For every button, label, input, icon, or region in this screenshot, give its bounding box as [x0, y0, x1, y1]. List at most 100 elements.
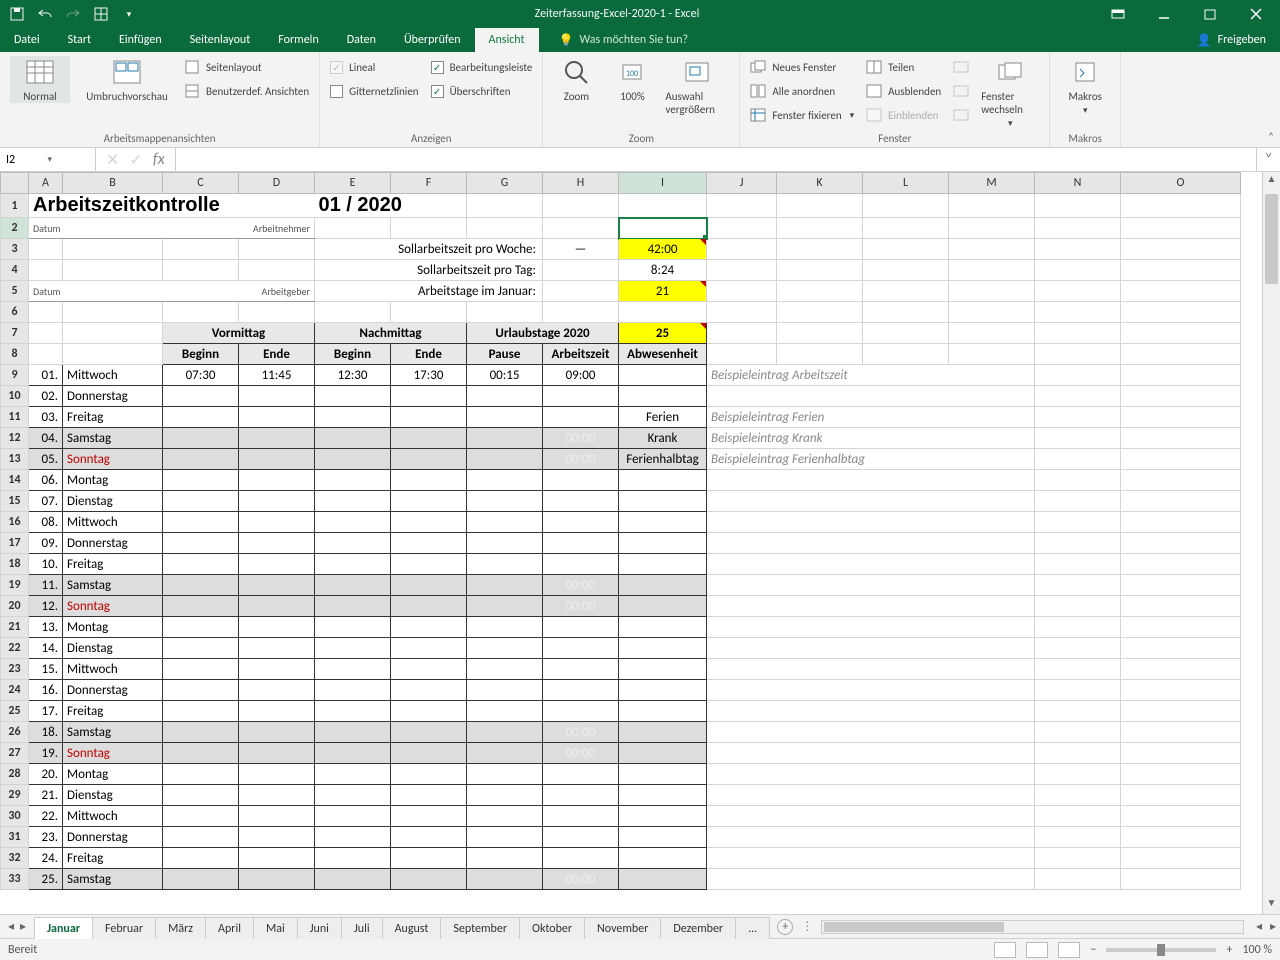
tab-formeln[interactable]: Formeln: [264, 28, 332, 52]
sheet-tab-dezember[interactable]: Dezember: [660, 917, 736, 939]
row-header[interactable]: 18: [1, 554, 29, 575]
row-header[interactable]: 12: [1, 428, 29, 449]
tell-me[interactable]: Was möchten Sie tun?: [579, 33, 688, 47]
tab-seitenlayout[interactable]: Seitenlayout: [176, 28, 265, 52]
scroll-thumb[interactable]: [1265, 194, 1278, 284]
scroll-up-icon[interactable]: ▲: [1263, 172, 1280, 190]
row-header[interactable]: 4: [1, 260, 29, 281]
row-header[interactable]: 1: [1, 194, 29, 218]
col-header[interactable]: C: [163, 173, 239, 194]
row-header[interactable]: 31: [1, 827, 29, 848]
tab-einfügen[interactable]: Einfügen: [105, 28, 176, 52]
row-header[interactable]: 23: [1, 659, 29, 680]
maximize-icon[interactable]: [1188, 0, 1232, 28]
tab-ansicht[interactable]: Ansicht: [475, 28, 539, 52]
col-header[interactable]: D: [239, 173, 315, 194]
minimize-icon[interactable]: [1142, 0, 1186, 28]
row-header[interactable]: 17: [1, 533, 29, 554]
tab-datei[interactable]: Datei: [0, 28, 54, 52]
macros-button[interactable]: Makros▾: [1060, 56, 1110, 116]
col-header[interactable]: I: [619, 173, 707, 194]
sync-scroll-button[interactable]: [953, 56, 969, 78]
sheet-tab-februar[interactable]: Februar: [92, 917, 156, 939]
sheet-tab-januar[interactable]: Januar: [34, 917, 93, 939]
col-header[interactable]: E: [315, 173, 391, 194]
new-sheet-icon[interactable]: +: [777, 919, 793, 935]
col-header[interactable]: K: [777, 173, 863, 194]
ribbon-options-icon[interactable]: [1096, 0, 1140, 28]
row-header[interactable]: 27: [1, 743, 29, 764]
sheet-tab-märz[interactable]: März: [155, 917, 206, 939]
undo-icon[interactable]: [36, 5, 54, 23]
tab-first-icon[interactable]: ◂: [8, 919, 14, 934]
formula-input[interactable]: [176, 148, 1256, 171]
switch-windows-button[interactable]: Fenster wechseln▾: [981, 56, 1039, 129]
row-header[interactable]: 28: [1, 764, 29, 785]
headings-checkbox[interactable]: ✓Überschriften: [431, 80, 533, 102]
tab-next-icon[interactable]: ▸: [20, 919, 26, 934]
tab-start[interactable]: Start: [54, 28, 105, 52]
horizontal-scrollbar[interactable]: [821, 920, 1244, 934]
row-header[interactable]: 8: [1, 344, 29, 365]
row-header[interactable]: 7: [1, 323, 29, 344]
row-header[interactable]: 26: [1, 722, 29, 743]
enter-icon[interactable]: ✓: [129, 150, 142, 170]
row-header[interactable]: 2: [1, 218, 29, 239]
row-header[interactable]: 5: [1, 281, 29, 302]
sheet-tab-mai[interactable]: Mai: [253, 917, 298, 939]
row-header[interactable]: 20: [1, 596, 29, 617]
page-layout-view-icon[interactable]: [1026, 942, 1048, 958]
split-button[interactable]: Teilen: [866, 56, 941, 78]
formulabar-checkbox[interactable]: ✓Bearbeitungsleiste: [431, 56, 533, 78]
row-header[interactable]: 9: [1, 365, 29, 386]
scroll-down-icon[interactable]: ▼: [1263, 896, 1280, 914]
row-header[interactable]: 14: [1, 470, 29, 491]
unhide-button[interactable]: Einblenden: [866, 104, 941, 126]
zoom-button[interactable]: Zoom: [553, 56, 599, 103]
sheet-tab-juni[interactable]: Juni: [297, 917, 342, 939]
redo-icon[interactable]: [64, 5, 82, 23]
col-header[interactable]: M: [949, 173, 1035, 194]
ruler-checkbox[interactable]: ✓Lineal: [330, 56, 418, 78]
qat-customize-icon[interactable]: ▾: [120, 5, 138, 23]
sheet-tab-oktober[interactable]: Oktober: [519, 917, 585, 939]
col-header[interactable]: O: [1121, 173, 1241, 194]
row-header[interactable]: 32: [1, 848, 29, 869]
tab-überprüfen[interactable]: Überprüfen: [390, 28, 475, 52]
arrange-all-button[interactable]: Alle anordnen: [750, 80, 854, 102]
scroll-right-icon[interactable]: ▸: [1266, 919, 1280, 934]
cancel-icon[interactable]: ✕: [106, 150, 119, 170]
col-header[interactable]: N: [1035, 173, 1121, 194]
zoom-level[interactable]: 100 %: [1242, 943, 1272, 957]
row-header[interactable]: 15: [1, 491, 29, 512]
new-window-button[interactable]: Neues Fenster: [750, 56, 854, 78]
row-header[interactable]: 29: [1, 785, 29, 806]
row-header[interactable]: 3: [1, 239, 29, 260]
pagebreak-view-button[interactable]: Umbruchvorschau: [82, 56, 172, 103]
col-header[interactable]: H: [543, 173, 619, 194]
layout-view-button[interactable]: Seitenlayout: [184, 56, 309, 78]
row-header[interactable]: 22: [1, 638, 29, 659]
select-all-corner[interactable]: [1, 173, 29, 194]
qat-grid-icon[interactable]: [92, 5, 110, 23]
row-header[interactable]: 25: [1, 701, 29, 722]
zoom100-button[interactable]: 100100%: [611, 56, 653, 103]
gridlines-checkbox[interactable]: Gitternetzlinien: [330, 80, 418, 102]
vertical-scrollbar[interactable]: ▲ ▼: [1262, 172, 1280, 914]
expand-formula-icon[interactable]: ˅: [1256, 148, 1280, 171]
hide-button[interactable]: Ausblenden: [866, 80, 941, 102]
scroll-left-icon[interactable]: ◂: [1252, 919, 1266, 934]
reset-pos-button[interactable]: [953, 104, 969, 126]
col-header[interactable]: B: [63, 173, 163, 194]
col-header[interactable]: J: [707, 173, 777, 194]
row-header[interactable]: 16: [1, 512, 29, 533]
share-button[interactable]: 👤 Freigeben: [1183, 33, 1280, 48]
row-header[interactable]: 24: [1, 680, 29, 701]
sheet-tab-juli[interactable]: Juli: [341, 917, 383, 939]
row-header[interactable]: 10: [1, 386, 29, 407]
zoom-out-icon[interactable]: −: [1090, 943, 1096, 957]
zoom-in-icon[interactable]: +: [1226, 943, 1232, 957]
sheet-tab-november[interactable]: November: [584, 917, 661, 939]
row-header[interactable]: 33: [1, 869, 29, 890]
normal-view-icon[interactable]: [994, 942, 1016, 958]
